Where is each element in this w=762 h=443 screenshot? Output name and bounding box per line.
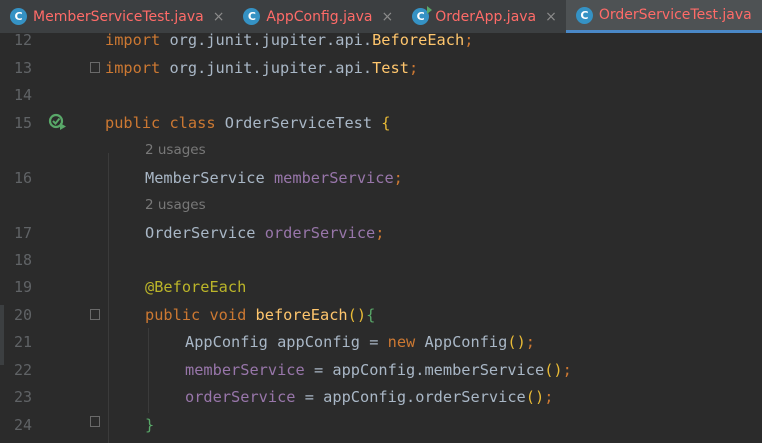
code-text: import org.junit.jupiter.api.BeforeEach; [105,31,474,49]
code-line: 20 public void beforeEach(){ [0,302,762,330]
usages-hint[interactable]: 2 usages [145,137,206,165]
code-text: public class OrderServiceTest { [105,113,391,132]
code-text: AppConfig appConfig = new AppConfig(); [185,333,535,351]
line-number: 12 [13,31,32,49]
line-number: 24 [13,415,32,434]
close-icon[interactable]: × [381,9,393,25]
tab-label: AppConfig.java [266,8,373,25]
line-number: 19 [13,278,32,296]
line-number: 16 [13,168,32,187]
code-line: 24 } [0,412,762,440]
class-icon: C [575,6,593,24]
code-editor[interactable]: 12 import org.junit.jupiter.api.BeforeEa… [0,31,762,443]
code-text: OrderService orderService; [145,223,385,242]
run-test-icon[interactable] [48,113,68,131]
code-line: 12 import org.junit.jupiter.api.BeforeEa… [0,27,762,55]
code-line: 15 public class OrderServiceTest { [0,110,762,138]
inlay-hint-line: 2 usages [0,192,762,220]
code-text: @BeforeEach [145,278,247,296]
tab-label: OrderApp.java [435,8,537,25]
line-number: 15 [13,113,32,132]
class-icon: C [10,8,27,25]
code-text: public void beforeEach(){ [145,305,376,324]
code-text: memberService = appConfig.memberService(… [185,360,572,379]
fold-marker-icon[interactable] [90,416,100,427]
code-text: } [145,415,155,434]
line-number: 13 [13,58,32,77]
line-number: 23 [13,388,32,406]
line-number: 14 [13,86,32,104]
code-text: import org.junit.jupiter.api.Test; [105,58,419,77]
class-icon: C [243,8,261,25]
fold-marker-icon[interactable] [90,62,100,73]
code-text: orderService = appConfig.orderService(); [185,388,554,406]
code-line: 14 [0,82,762,110]
usages-hint[interactable]: 2 usages [145,192,206,220]
line-number: 21 [13,333,32,351]
tab-label: MemberServiceTest.java [33,8,204,25]
code-line: 21 AppConfig appConfig = new AppConfig()… [0,329,762,357]
inlay-hint-line: 2 usages [0,137,762,165]
code-line: 23 orderService = appConfig.orderService… [0,384,762,412]
code-text: MemberService memberService; [145,168,403,187]
tab-label: OrderServiceTest.java [598,7,752,23]
code-line: 13 import org.junit.jupiter.api.Test; [0,55,762,83]
code-line: 19 @BeforeEach [0,274,762,302]
code-line: 22 memberService = appConfig.memberServi… [0,357,762,385]
scrollbar[interactable] [0,305,4,365]
line-number: 20 [13,305,32,324]
line-number: 18 [13,251,32,269]
code-line: 18 [0,247,762,275]
close-icon[interactable]: × [213,9,225,25]
line-number: 22 [13,360,32,379]
code-line: 17 OrderService orderService; [0,220,762,248]
close-icon[interactable]: × [545,9,557,25]
fold-marker-icon[interactable] [90,309,100,320]
line-number: 17 [13,223,32,242]
class-run-icon: C [412,6,433,25]
code-line: 16 MemberService memberService; [0,165,762,193]
